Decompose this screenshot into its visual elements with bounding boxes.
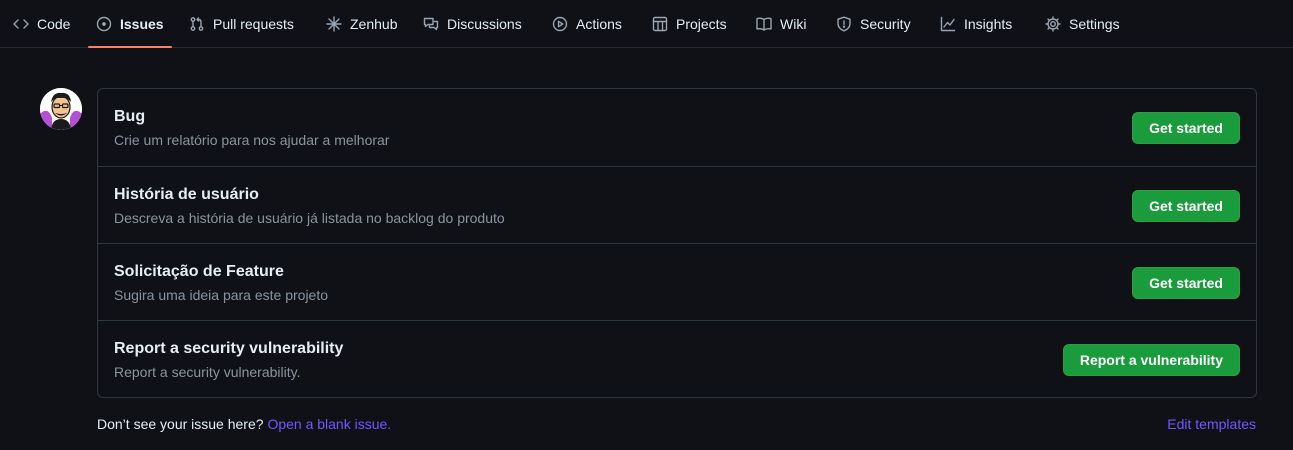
avatar-image — [40, 88, 82, 130]
discussions-icon — [423, 17, 439, 31]
tab-label: Discussions — [447, 16, 522, 32]
tab-zenhub[interactable]: Zenhub — [326, 0, 397, 48]
blank-issue-prompt: Don’t see your issue here? Open a blank … — [97, 416, 391, 432]
tab-actions[interactable]: Actions — [552, 0, 622, 48]
list-item: História de usuário Descreva a história … — [98, 166, 1256, 243]
template-title: Bug — [114, 108, 146, 125]
edit-templates-link[interactable]: Edit templates — [1167, 416, 1256, 432]
tab-insights[interactable]: Insights — [940, 0, 1012, 48]
wiki-icon — [756, 17, 772, 31]
template-description: Crie um relatório para nos ajudar a melh… — [114, 132, 390, 148]
tab-security[interactable]: Security — [836, 0, 911, 48]
issue-template-list: Bug Crie um relatório para nos ajudar a … — [97, 88, 1257, 398]
tab-settings[interactable]: Settings — [1045, 0, 1120, 48]
repo-nav: Code Issues Pull requests Zenhub Discuss… — [0, 0, 1293, 48]
pull-request-icon — [190, 17, 204, 31]
list-item: Report a security vulnerability Report a… — [98, 320, 1256, 397]
tab-label: Wiki — [780, 16, 807, 32]
zenhub-icon — [326, 16, 342, 32]
actions-icon — [552, 16, 568, 32]
tab-label: Pull requests — [213, 16, 294, 32]
projects-icon — [652, 16, 668, 32]
tab-label: Code — [37, 16, 71, 32]
avatar[interactable] — [40, 88, 82, 130]
prompt-text: Don’t see your issue here? — [97, 416, 264, 432]
tab-label: Projects — [676, 16, 727, 32]
tab-label: Zenhub — [350, 16, 398, 32]
shield-icon — [837, 16, 851, 32]
tab-discussions[interactable]: Discussions — [423, 0, 522, 48]
template-title: Report a security vulnerability — [114, 340, 344, 357]
gear-icon — [1045, 16, 1061, 32]
template-description: Sugira uma ideia para este projeto — [114, 287, 329, 303]
issue-icon — [96, 16, 112, 32]
get-started-button[interactable]: Get started — [1132, 267, 1240, 299]
graph-icon — [940, 16, 956, 32]
template-description: Report a security vulnerability. — [114, 364, 301, 380]
tab-label: Security — [860, 16, 911, 32]
code-icon — [13, 19, 29, 29]
tab-label: Settings — [1069, 16, 1120, 32]
get-started-button[interactable]: Get started — [1132, 190, 1240, 222]
get-started-button[interactable]: Get started — [1132, 112, 1240, 144]
list-item: Bug Crie um relatório para nos ajudar a … — [98, 89, 1256, 166]
tab-wiki[interactable]: Wiki — [756, 0, 806, 48]
open-blank-issue-link[interactable]: Open a blank issue. — [267, 416, 391, 432]
template-title: Solicitação de Feature — [114, 263, 284, 280]
tab-label: Issues — [120, 16, 164, 32]
tab-projects[interactable]: Projects — [652, 0, 727, 48]
tab-pull-requests[interactable]: Pull requests — [189, 0, 294, 48]
list-item: Solicitação de Feature Sugira uma ideia … — [98, 243, 1256, 320]
template-description: Descreva a história de usuário já listad… — [114, 210, 505, 226]
tab-label: Insights — [964, 16, 1013, 32]
tab-issues[interactable]: Issues — [88, 0, 172, 48]
template-title: História de usuário — [114, 186, 259, 203]
tab-code[interactable]: Code — [13, 0, 70, 48]
report-vulnerability-button[interactable]: Report a vulnerability — [1062, 344, 1240, 376]
tab-label: Actions — [576, 16, 622, 32]
